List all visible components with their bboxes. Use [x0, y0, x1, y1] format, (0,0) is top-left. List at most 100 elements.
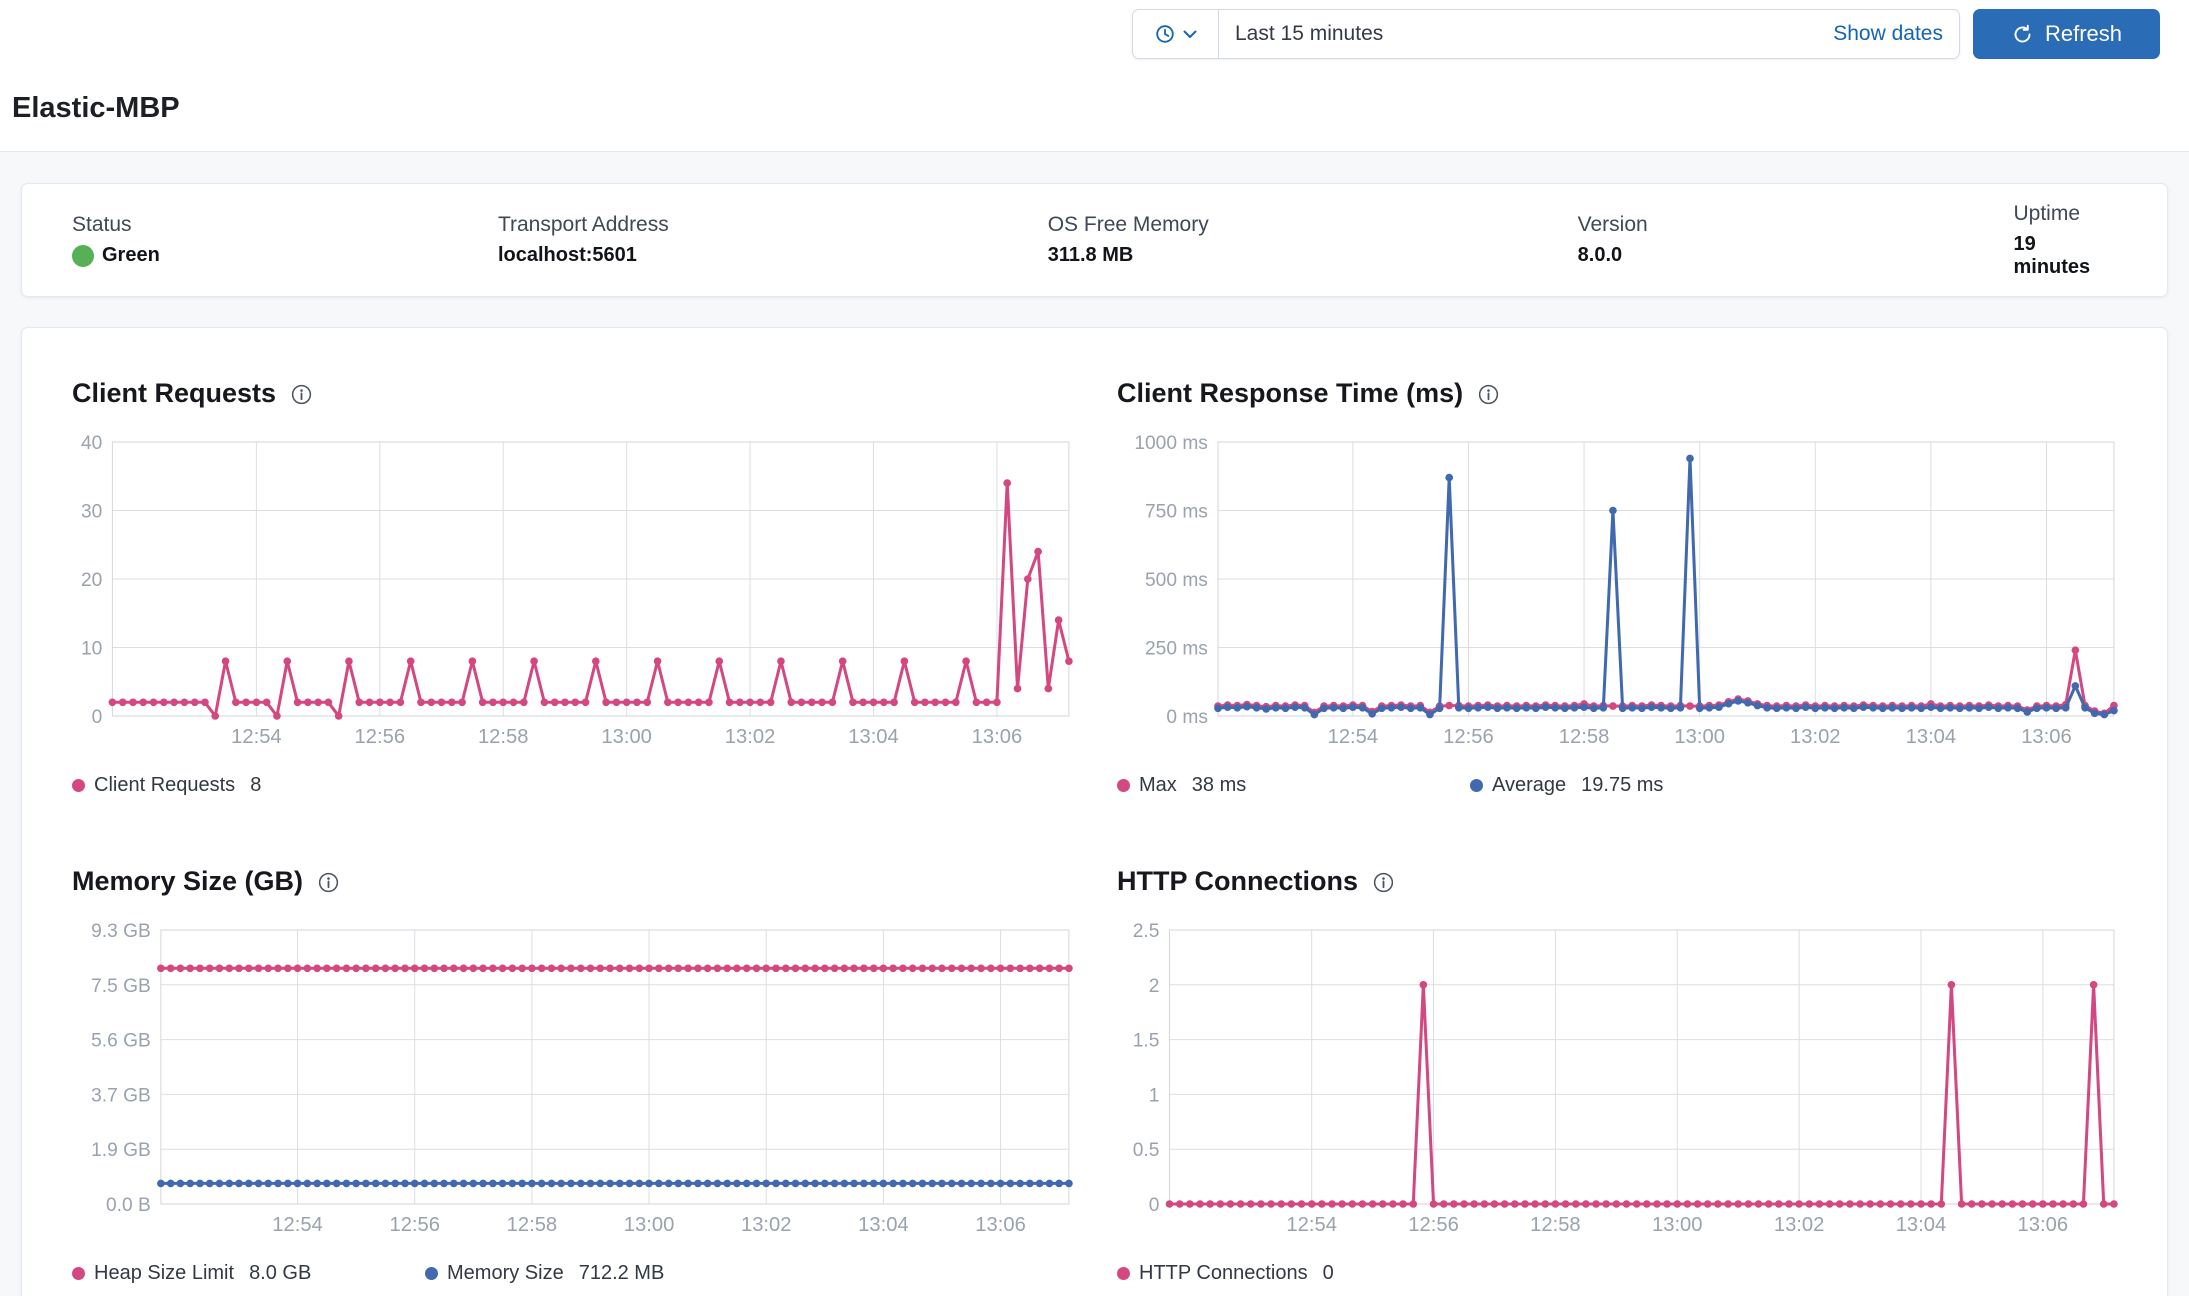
- svg-text:12:56: 12:56: [1443, 726, 1494, 748]
- svg-text:13:00: 13:00: [624, 1214, 675, 1236]
- charts-panel: Client Requests 0 10 20 30 40 12:54 12:56 12:58…: [21, 327, 2168, 1296]
- page-header: Last 15 minutes Show dates Refresh Elast…: [0, 0, 2189, 152]
- chart-title: HTTP Connections: [1117, 865, 1359, 896]
- legend-dot: [1117, 1266, 1130, 1280]
- stat-transport-address: Transport Address localhost:5601: [498, 213, 1048, 267]
- svg-text:7.5 GB: 7.5 GB: [91, 976, 151, 997]
- svg-text:13:02: 13:02: [725, 726, 776, 748]
- legend-label: Heap Size Limit: [94, 1261, 235, 1284]
- stat-version: Version 8.0.0: [1578, 213, 2014, 267]
- legend-label: Memory Size: [447, 1261, 564, 1284]
- svg-text:0.0 B: 0.0 B: [106, 1195, 151, 1216]
- time-controls: Last 15 minutes Show dates Refresh: [1132, 9, 2160, 59]
- legend-item[interactable]: Average 19.75 ms: [1470, 774, 1663, 797]
- stat-label: Version: [1577, 213, 1648, 236]
- chart-http-connections: HTTP Connections 0 0.5 1 1.5 2 2.5 12:54 12:56 1…: [1117, 856, 2122, 1286]
- svg-text:12:58: 12:58: [478, 726, 529, 748]
- chart-header: Client Requests: [72, 368, 1077, 418]
- svg-text:1.9 GB: 1.9 GB: [91, 1140, 151, 1161]
- legend-item[interactable]: Heap Size Limit 8.0 GB: [72, 1262, 425, 1285]
- svg-text:12:54: 12:54: [1328, 726, 1379, 748]
- refresh-icon: [2014, 24, 2031, 42]
- svg-text:13:04: 13:04: [1896, 1214, 1947, 1236]
- svg-text:1000 ms: 1000 ms: [1134, 434, 1208, 454]
- legend-value: 712.2 MB: [578, 1261, 665, 1284]
- svg-text:12:58: 12:58: [1530, 1214, 1581, 1236]
- svg-text:500 ms: 500 ms: [1145, 570, 1208, 591]
- stat-label: Uptime: [2013, 201, 2081, 225]
- client-requests-plot-area[interactable]: 0 10 20 30 40 12:54 12:56 12:58 13:00 13:02 13:04 1…: [72, 434, 1077, 754]
- svg-text:13:00: 13:00: [601, 726, 652, 748]
- legend-dot: [72, 778, 85, 792]
- page-content: Status Green Transport Address localhost…: [0, 152, 2189, 1296]
- svg-text:12:58: 12:58: [507, 1214, 558, 1236]
- legend-item[interactable]: Memory Size 712.2 MB: [425, 1262, 664, 1285]
- svg-text:5.6 GB: 5.6 GB: [91, 1031, 151, 1052]
- svg-text:3.7 GB: 3.7 GB: [91, 1085, 151, 1106]
- svg-text:13:00: 13:00: [1674, 726, 1725, 748]
- chart-header: Memory Size (GB): [72, 856, 1077, 906]
- legend-label: Average: [1492, 773, 1567, 796]
- stat-value: 311.8 MB: [1047, 244, 1134, 266]
- svg-text:1.5: 1.5: [1133, 1031, 1160, 1052]
- info-icon[interactable]: [1478, 384, 1499, 405]
- chart-legend: Heap Size Limit 8.0 GB Memory Size 712.2…: [72, 1260, 1077, 1286]
- chart-header: HTTP Connections: [1117, 856, 2122, 906]
- svg-text:0 ms: 0 ms: [1166, 707, 1208, 728]
- stat-label: OS Free Memory: [1047, 213, 1209, 236]
- info-icon[interactable]: [1373, 872, 1394, 893]
- refresh-button-label: Refresh: [2044, 21, 2123, 46]
- svg-text:13:04: 13:04: [858, 1214, 909, 1236]
- stat-label: Status: [72, 213, 132, 236]
- clock-icon: [1156, 25, 1174, 43]
- legend-value: 8: [250, 773, 262, 796]
- svg-text:30: 30: [81, 502, 102, 523]
- chart-client-requests: Client Requests 0 10 20 30 40 12:54 12:56 12:58…: [72, 368, 1077, 798]
- legend-value: 38 ms: [1191, 773, 1247, 796]
- info-icon[interactable]: [318, 872, 339, 893]
- svg-text:12:54: 12:54: [231, 726, 282, 748]
- legend-label: Max: [1139, 773, 1177, 796]
- svg-text:0.5: 0.5: [1133, 1140, 1160, 1161]
- stat-value: 19 minutes: [2013, 232, 2091, 278]
- stat-value: Green: [72, 244, 498, 267]
- time-range-display[interactable]: Last 15 minutes: [1219, 22, 1833, 46]
- chart-title: Client Response Time (ms): [1117, 377, 1464, 408]
- legend-dot: [425, 1266, 438, 1280]
- kibana-node-monitoring-page: Last 15 minutes Show dates Refresh Elast…: [0, 0, 2189, 1296]
- svg-text:13:02: 13:02: [741, 1214, 792, 1236]
- legend-value: 8.0 GB: [249, 1261, 312, 1284]
- stat-label: Transport Address: [497, 213, 669, 236]
- legend-item[interactable]: Max 38 ms: [1117, 774, 1470, 797]
- http-connections-plot-area[interactable]: 0 0.5 1 1.5 2 2.5 12:54 12:56 12:58 13:00 13:02 13:…: [1117, 922, 2122, 1242]
- time-quick-select-button[interactable]: [1133, 10, 1219, 58]
- svg-text:10: 10: [81, 639, 102, 660]
- client-response-time-plot-area[interactable]: 0 ms 250 ms 500 ms 750 ms 1000 ms 12:54 12:56 1…: [1117, 434, 2122, 754]
- svg-text:1: 1: [1149, 1085, 1160, 1106]
- time-picker: Last 15 minutes Show dates: [1132, 9, 1960, 59]
- chart-title: Client Requests: [72, 377, 277, 408]
- svg-text:13:04: 13:04: [1906, 726, 1957, 748]
- legend-item[interactable]: Client Requests 8: [72, 774, 425, 797]
- chart-legend: HTTP Connections 0: [1117, 1260, 2122, 1286]
- legend-dot: [1470, 778, 1483, 792]
- svg-text:250 ms: 250 ms: [1145, 639, 1208, 660]
- svg-text:12:56: 12:56: [355, 726, 406, 748]
- svg-text:20: 20: [81, 570, 102, 591]
- info-icon[interactable]: [291, 384, 312, 405]
- svg-text:13:02: 13:02: [1790, 726, 1841, 748]
- memory-size-plot-area[interactable]: 0.0 B 1.9 GB 3.7 GB 5.6 GB 7.5 GB 9.3 GB 12:54…: [72, 922, 1077, 1242]
- legend-label: Client Requests: [94, 773, 236, 796]
- chevron-down-icon: [1183, 30, 1197, 38]
- legend-label: HTTP Connections: [1139, 1261, 1308, 1284]
- svg-text:12:58: 12:58: [1559, 726, 1610, 748]
- svg-text:13:02: 13:02: [1774, 1214, 1825, 1236]
- legend-item[interactable]: HTTP Connections 0: [1117, 1262, 1470, 1285]
- show-dates-button[interactable]: Show dates: [1833, 22, 1959, 46]
- svg-text:12:54: 12:54: [272, 1214, 323, 1236]
- svg-text:0: 0: [92, 707, 103, 728]
- svg-text:40: 40: [81, 434, 102, 454]
- chart-title: Memory Size (GB): [72, 865, 304, 896]
- health-status-text: Green: [102, 244, 160, 266]
- refresh-button[interactable]: Refresh: [1973, 9, 2160, 59]
